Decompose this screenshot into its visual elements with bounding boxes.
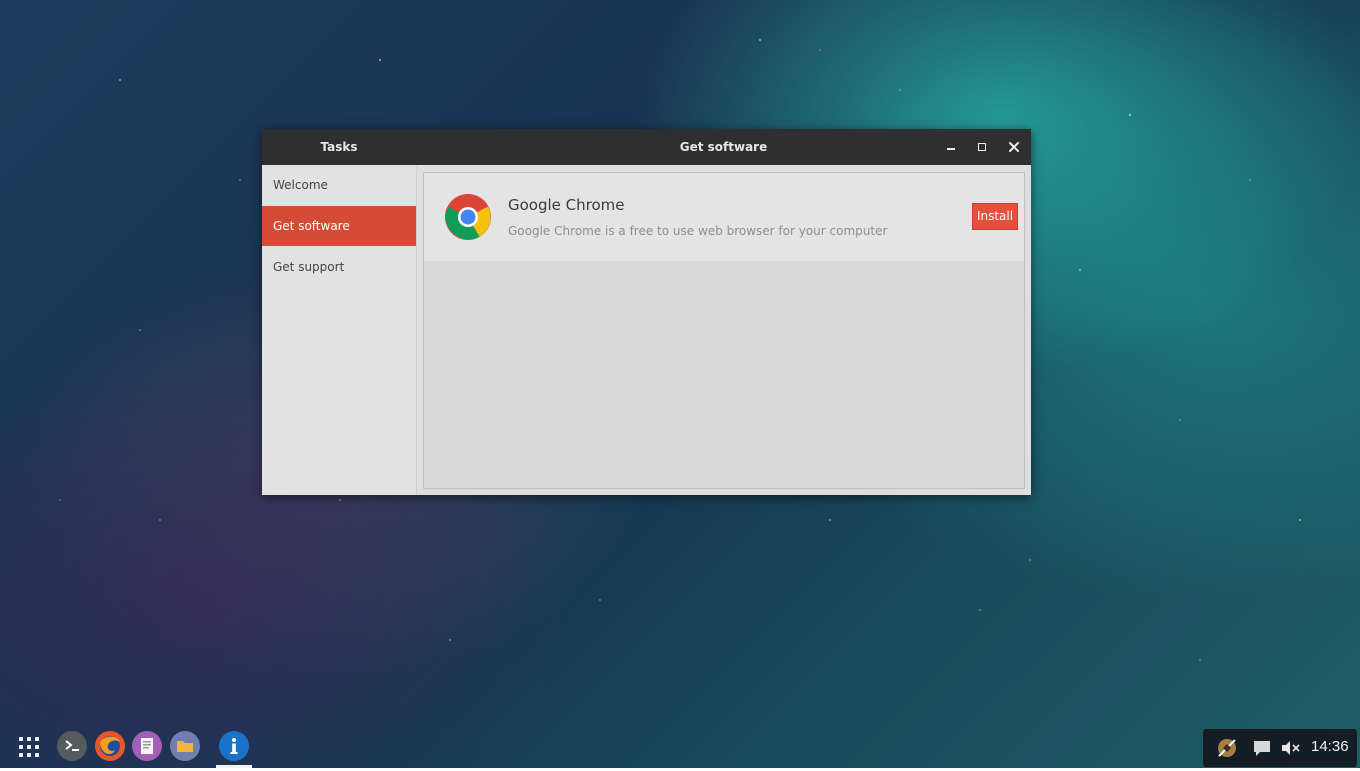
- files-dock-item[interactable]: [170, 731, 200, 761]
- close-icon: [1009, 142, 1019, 152]
- terminal-icon: [57, 731, 87, 761]
- firefox-icon: [95, 731, 125, 761]
- clock[interactable]: 14:36: [1311, 729, 1349, 767]
- text-editor-dock-item[interactable]: [132, 731, 162, 761]
- sidebar-item-welcome[interactable]: Welcome: [262, 165, 416, 205]
- welcome-app-window: Tasks Get software Welcome Get software …: [262, 129, 1031, 495]
- app-name: Google Chrome: [508, 196, 625, 214]
- sidebar-title: Tasks: [320, 140, 358, 154]
- info-icon: [219, 731, 249, 761]
- sidebar-item-label: Get support: [273, 260, 345, 274]
- maximize-button[interactable]: [972, 137, 992, 157]
- network-icon: [1218, 739, 1236, 757]
- install-button[interactable]: Install: [972, 203, 1018, 230]
- system-tray: 14:36: [1203, 729, 1357, 767]
- task-sidebar: Welcome Get software Get support: [262, 165, 417, 495]
- software-list: Google Chrome Google Chrome is a free to…: [423, 172, 1025, 489]
- maximize-icon: [978, 143, 986, 151]
- minimize-button[interactable]: [941, 137, 961, 157]
- notifications-tray-button[interactable]: [1251, 729, 1273, 767]
- window-title: Get software: [679, 140, 768, 154]
- text-editor-icon: [132, 731, 162, 761]
- firefox-dock-item[interactable]: [95, 731, 125, 761]
- notifications-icon: [1254, 741, 1270, 756]
- window-titlebar[interactable]: Tasks Get software: [262, 129, 1031, 165]
- app-launcher-button[interactable]: [14, 732, 44, 762]
- sidebar-item-label: Get software: [273, 219, 350, 233]
- volume-tray-button[interactable]: [1279, 729, 1303, 767]
- sidebar-item-label: Welcome: [273, 178, 328, 192]
- files-icon: [170, 731, 200, 761]
- network-tray-button[interactable]: [1211, 729, 1245, 767]
- terminal-dock-item[interactable]: [57, 731, 87, 761]
- sidebar-item-get-support[interactable]: Get support: [262, 247, 416, 287]
- app-grid-icon: [19, 737, 39, 757]
- minimize-icon: [947, 148, 955, 150]
- app-description: Google Chrome is a free to use web brows…: [508, 224, 888, 238]
- list-item: Google Chrome Google Chrome is a free to…: [424, 173, 1024, 261]
- close-button[interactable]: [1004, 137, 1024, 157]
- volume-muted-icon: [1282, 741, 1300, 755]
- sidebar-item-get-software[interactable]: Get software: [262, 206, 416, 246]
- chrome-icon: [445, 194, 491, 240]
- info-dock-item[interactable]: [219, 731, 249, 761]
